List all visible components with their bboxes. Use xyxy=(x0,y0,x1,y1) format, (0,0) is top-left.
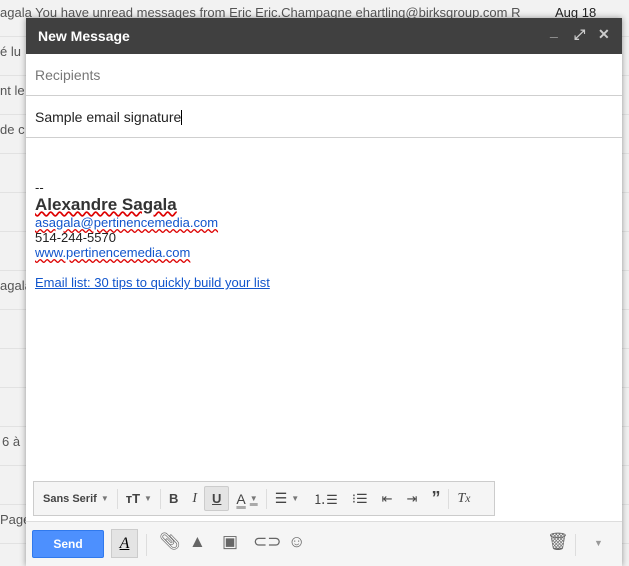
remove-formatting-icon[interactable]: Tx xyxy=(450,486,477,511)
formatting-options-icon[interactable]: A xyxy=(111,529,138,558)
send-button[interactable]: Send xyxy=(32,530,104,558)
font-select[interactable]: Sans Serif ▼ xyxy=(43,486,116,511)
italic-icon[interactable]: I xyxy=(185,486,204,511)
indent-less-icon[interactable]: ⇤ xyxy=(375,486,400,511)
compose-title: New Message xyxy=(38,28,130,44)
compose-bottom-bar: Send A 📎︎ ▲ ▣ ⊂⊃ ☺ 🗑︎ ▼ xyxy=(26,521,622,566)
minimize-icon[interactable]: _ xyxy=(550,23,558,39)
inbox-row-text: é lu xyxy=(0,44,21,59)
text-color-icon[interactable]: A ▼ xyxy=(229,486,264,511)
inbox-row-text: de c xyxy=(0,122,25,137)
font-size-icon[interactable]: тT ▼ xyxy=(119,486,159,511)
quote-icon[interactable]: ” xyxy=(424,486,447,511)
recipients-input[interactable]: Recipients xyxy=(26,54,622,96)
close-icon[interactable]: ✕ xyxy=(598,26,610,43)
align-icon[interactable]: ☰ ▼ xyxy=(268,486,306,511)
emoji-icon[interactable]: ☺ xyxy=(288,532,305,552)
message-body[interactable]: -- Alexandre Sagala asagala@pertinenceme… xyxy=(26,138,622,332)
formatting-toolbar: Sans Serif ▼ тT ▼ B I U A ▼ ☰ ▼ ⒈☰ ⁝☰ ⇤ ⇥ ” … xyxy=(33,481,495,516)
trash-icon[interactable]: 🗑︎ xyxy=(547,532,569,552)
subject-input[interactable]: Sample email signature xyxy=(26,96,622,138)
inbox-row-text: nt le xyxy=(0,83,25,98)
underline-icon[interactable]: U xyxy=(204,486,230,511)
fullscreen-icon[interactable]: ⤢ xyxy=(574,26,585,43)
signature-name: Alexandre Sagala xyxy=(35,195,177,214)
attach-icon[interactable]: 📎︎ xyxy=(159,532,181,552)
signature-dashes: -- xyxy=(35,180,44,195)
bold-icon[interactable]: B xyxy=(162,486,185,511)
numbered-list-icon[interactable]: ⒈☰ xyxy=(306,486,345,511)
inbox-row-text: 6 à xyxy=(2,434,21,449)
signature-website-link[interactable]: www.pertinencemedia.com xyxy=(35,245,190,260)
link-icon[interactable]: ⊂⊃ xyxy=(253,532,282,552)
indent-more-icon[interactable]: ⇥ xyxy=(400,486,425,511)
signature-phone: 514-244-5570 xyxy=(35,230,116,245)
compose-window: New Message _ ⤢ ✕ Recipients Sample emai… xyxy=(26,18,622,566)
more-options-icon[interactable]: ▼ xyxy=(594,538,603,548)
article-link[interactable]: Email list: 30 tips to quickly build you… xyxy=(35,275,270,290)
bulleted-list-icon[interactable]: ⁝☰ xyxy=(345,486,375,511)
photo-icon[interactable]: ▣ xyxy=(222,532,238,552)
subject-text: Sample email signature xyxy=(35,109,182,125)
signature-email-link[interactable]: asagala@pertinencemedia.com xyxy=(35,215,218,230)
drive-icon[interactable]: ▲ xyxy=(189,532,206,552)
compose-header: New Message _ ⤢ ✕ xyxy=(26,18,622,54)
